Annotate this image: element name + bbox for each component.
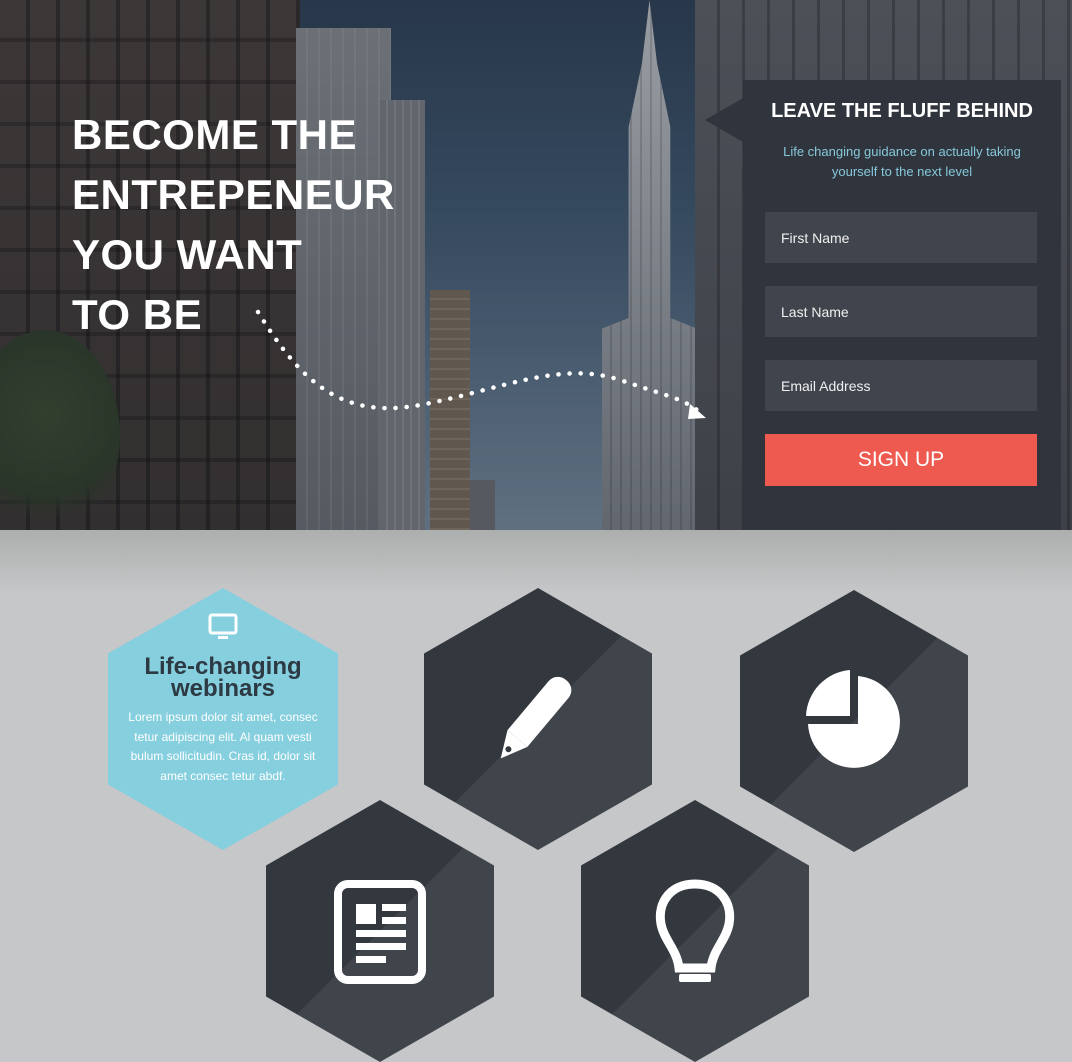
signup-form: LEAVE THE FLUFF BEHIND Life changing gui… [705,80,1061,530]
section-transition [0,530,1072,594]
signup-title: LEAVE THE FLUFF BEHIND [771,100,1033,122]
email-field[interactable] [765,360,1037,411]
last-name-field[interactable] [765,286,1037,337]
signup-panel-notch [705,98,743,142]
sign-up-button[interactable]: SIGN UP [765,434,1037,486]
pie-chart-icon [806,670,900,768]
monitor-icon [208,613,238,639]
news-feature-tile[interactable] [266,800,494,1062]
features-section: Life-changing webinars Lorem ipsum dolor… [0,530,1072,1062]
pencil-feature-tile[interactable] [424,588,652,850]
signup-subtitle: Life changing guidance on actually takin… [783,144,1021,179]
pencil-icon [500,676,572,759]
idea-feature-tile[interactable] [581,800,809,1062]
analytics-feature-tile[interactable] [740,590,968,852]
lightbulb-icon [655,879,735,982]
first-name-field[interactable] [765,212,1037,263]
newspaper-icon [334,880,426,984]
webinar-description: Lorem ipsum dolor sit amet, consec tetur… [128,710,318,783]
webinar-feature-tile[interactable]: Life-changing webinars Lorem ipsum dolor… [108,588,338,850]
webinar-title: Life-changing webinars [144,653,302,702]
hero-section: BECOME THE ENTREPENEUR YOU WANT TO BE LE… [0,0,1072,530]
